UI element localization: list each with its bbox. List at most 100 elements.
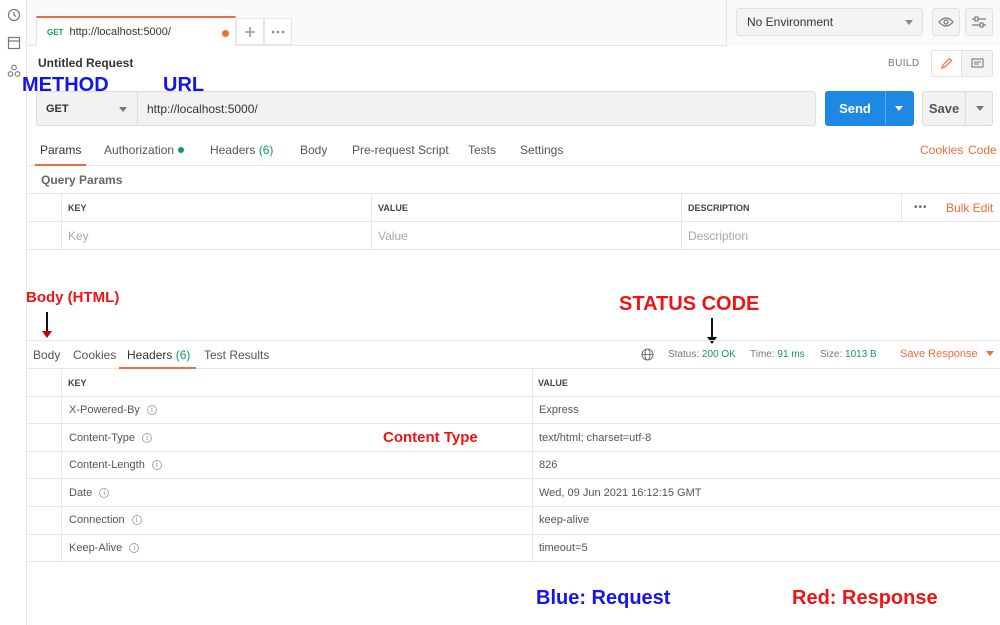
plus-icon: [245, 26, 255, 37]
response-tab-cookies[interactable]: Cookies: [73, 348, 116, 362]
param-key-input[interactable]: Key: [61, 222, 371, 249]
environment-quick-look-button[interactable]: [932, 8, 960, 36]
status-value: 200 OK: [701, 349, 736, 360]
info-icon[interactable]: i: [142, 432, 153, 443]
header-key: Content-Length i: [69, 452, 162, 479]
chevron-down-icon: [905, 20, 913, 25]
tab-headers-count: (6): [258, 143, 274, 157]
header-key-text: X-Powered-By: [69, 404, 140, 417]
header-value: Express: [539, 404, 579, 417]
info-icon[interactable]: i: [99, 487, 110, 498]
bulk-edit-link[interactable]: Bulk Edit: [939, 194, 1000, 221]
cookies-link[interactable]: Cookies: [920, 143, 963, 157]
tab-options-button[interactable]: [264, 18, 292, 45]
header-value: timeout=5: [539, 542, 588, 555]
header-key-text: Keep-Alive: [69, 542, 123, 555]
more-options-icon[interactable]: •••: [907, 194, 937, 221]
tab-prerequest-script[interactable]: Pre-request Script: [352, 143, 449, 157]
size-info[interactable]: Size: 1013 B: [820, 349, 877, 360]
tab-settings[interactable]: Settings: [520, 143, 563, 157]
environment-select[interactable]: No Environment: [736, 8, 923, 36]
column-divider: [61, 506, 62, 534]
save-options-chevron-icon[interactable]: [976, 106, 984, 111]
method-select[interactable]: GET: [36, 91, 138, 126]
header-key-text: Date: [69, 486, 93, 499]
new-tab-button[interactable]: [236, 18, 264, 45]
history-icon[interactable]: [6, 7, 21, 22]
column-divider: [61, 369, 62, 396]
tab-method: GET: [47, 27, 64, 37]
code-link[interactable]: Code: [968, 143, 997, 157]
table-row: X-Powered-By i Express: [27, 396, 1000, 425]
request-tab[interactable]: GET http://localhost:5000/: [36, 16, 236, 46]
time-info[interactable]: Time: 91 ms: [750, 349, 805, 360]
column-divider: [61, 451, 62, 479]
column-divider: [532, 451, 533, 479]
response-tab-headers-count: (6): [175, 348, 191, 362]
request-name[interactable]: Untitled Request: [38, 56, 133, 70]
status-label: Status:: [668, 349, 700, 360]
annotation-status-code: STATUS CODE: [619, 293, 760, 315]
info-icon[interactable]: i: [151, 460, 162, 471]
header-key: Content-Type i: [69, 424, 153, 451]
tab-params[interactable]: Params: [40, 143, 81, 157]
tab-authorization[interactable]: Authorization: [104, 143, 185, 157]
send-options-chevron-icon[interactable]: [895, 106, 903, 111]
build-mode-button[interactable]: [932, 51, 963, 76]
send-button[interactable]: Send: [825, 91, 914, 126]
tab-url: http://localhost:5000/: [69, 26, 171, 38]
manage-environments-button[interactable]: [965, 8, 993, 36]
info-icon[interactable]: i: [129, 543, 140, 554]
collections-icon[interactable]: [6, 35, 21, 50]
column-divider: [532, 506, 533, 534]
save-response-label: Save Response: [900, 348, 978, 360]
response-tabs: Body Cookies Headers (6) Test Results St…: [27, 340, 1000, 369]
body-arrow-icon: [42, 331, 52, 338]
column-description: DESCRIPTION: [688, 202, 750, 213]
column-divider: [532, 369, 533, 396]
response-headers-table: KEY VALUE X-Powered-By i Express Content-Ty…: [27, 369, 1000, 563]
param-description-input[interactable]: Description: [681, 222, 1000, 249]
save-button[interactable]: Save: [922, 91, 993, 126]
column-divider: [532, 479, 533, 507]
chevron-down-icon: [119, 107, 127, 112]
documentation-button[interactable]: [962, 51, 992, 76]
active-tab-indicator: [35, 164, 86, 166]
eye-icon: [938, 17, 954, 27]
tab-tests[interactable]: Tests: [468, 143, 496, 157]
response-tab-body[interactable]: Body: [33, 348, 60, 362]
response-tab-headers[interactable]: Headers (6): [127, 348, 190, 362]
comment-icon: [970, 57, 984, 68]
header-value: text/html; charset=utf-8: [539, 431, 652, 444]
method-value: GET: [46, 102, 69, 115]
query-params-title: Query Params: [41, 173, 123, 187]
apis-icon[interactable]: [6, 63, 21, 78]
param-value-input[interactable]: Value: [371, 222, 681, 249]
url-input[interactable]: http://localhost:5000/: [138, 91, 816, 126]
column-divider: [61, 479, 62, 507]
status-info[interactable]: Status: 200 OK: [668, 349, 736, 360]
globe-icon[interactable]: [641, 348, 654, 364]
save-label: Save: [928, 101, 960, 116]
save-response-button[interactable]: Save Response: [900, 348, 994, 360]
tab-authorization-label: Authorization: [104, 143, 175, 157]
header-value: Wed, 09 Jun 2021 16:12:15 GMT: [539, 486, 702, 499]
tab-body[interactable]: Body: [300, 143, 327, 157]
annotation-content-type: Content Type: [383, 429, 478, 446]
time-label: Time:: [750, 349, 775, 360]
response-tab-test-results[interactable]: Test Results: [204, 348, 269, 362]
pencil-icon: [941, 57, 953, 69]
header-key-text: Content-Type: [69, 431, 136, 444]
legend-request: Blue: Request: [536, 587, 671, 609]
info-icon[interactable]: i: [131, 515, 142, 526]
header-key: Keep-Alive i: [69, 535, 140, 562]
header-value: keep-alive: [539, 514, 590, 527]
header-key: Date i: [69, 479, 110, 506]
header-key: X-Powered-By i: [69, 397, 157, 424]
info-icon[interactable]: i: [146, 405, 157, 416]
send-label: Send: [839, 101, 871, 116]
send-divider: [885, 91, 886, 126]
tab-headers[interactable]: Headers (6): [210, 143, 273, 157]
annotation-body-html: Body (HTML): [26, 289, 120, 306]
size-label: Size:: [820, 349, 843, 360]
